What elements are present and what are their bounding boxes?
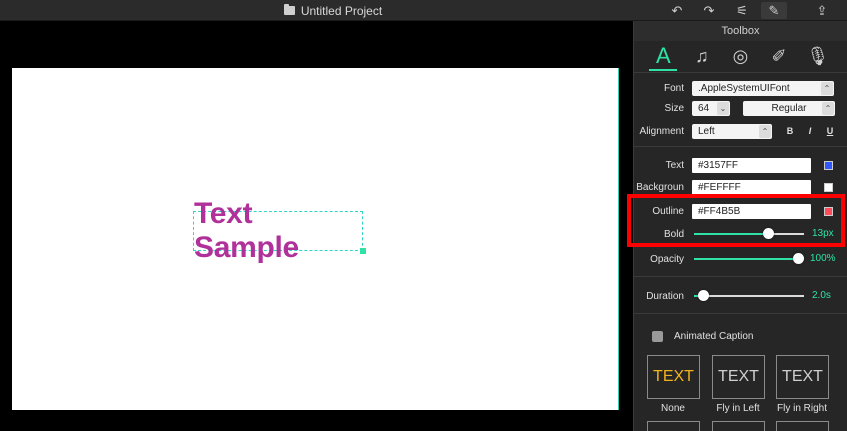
video-canvas[interactable]: Text Sample bbox=[12, 68, 619, 410]
divider bbox=[634, 313, 847, 314]
share-icon[interactable]: ⇪ bbox=[812, 2, 832, 19]
animation-fly-right-label: Fly in Right bbox=[776, 403, 827, 414]
chevron-updown-icon: ⌃ bbox=[821, 81, 833, 95]
animation-fly-left-label: Fly in Left bbox=[716, 403, 760, 414]
background-color-input[interactable]: #FEFFFF bbox=[692, 179, 811, 195]
project-title: Untitled Project bbox=[300, 3, 383, 18]
animation-none-tile[interactable]: TEXT bbox=[647, 355, 700, 399]
divider bbox=[634, 276, 847, 277]
animation-tile-partial[interactable] bbox=[712, 421, 765, 431]
mic-tool-icon[interactable]: 🎙 bbox=[804, 43, 832, 71]
text-color-label: Text bbox=[665, 159, 684, 171]
sticker-tool-icon[interactable]: ◎ bbox=[726, 43, 754, 71]
size-row: Size 64 ⌄ Regular ⌃ bbox=[634, 99, 847, 117]
duration-slider-knob[interactable] bbox=[698, 290, 709, 301]
toolbox-title: Toolbox bbox=[634, 21, 847, 41]
text-layer[interactable]: Text Sample bbox=[193, 197, 366, 264]
opacity-label: Opacity bbox=[650, 253, 684, 265]
weight-select[interactable]: Regular ⌃ bbox=[743, 100, 835, 116]
chevron-down-icon: ⌄ bbox=[717, 101, 729, 115]
animated-caption-label: Animated Caption bbox=[674, 330, 754, 342]
opacity-slider[interactable] bbox=[694, 253, 804, 264]
text-layer-content: Text Sample bbox=[194, 197, 299, 264]
tool-tabs: A ♫ ◎ ✐ 🎙 bbox=[634, 41, 847, 73]
animation-tile-partial[interactable] bbox=[647, 421, 700, 431]
animation-none-label: None bbox=[661, 403, 685, 414]
divider bbox=[634, 146, 847, 147]
text-color-swatch[interactable] bbox=[824, 160, 833, 170]
undo-icon[interactable]: ↶ bbox=[668, 2, 686, 19]
italic-format-button[interactable]: I bbox=[800, 126, 820, 136]
weight-select-value: Regular bbox=[771, 102, 807, 114]
size-select[interactable]: 64 ⌄ bbox=[692, 100, 730, 116]
animated-caption-row: Animated Caption bbox=[634, 327, 847, 345]
animation-fly-left-tile[interactable]: TEXT bbox=[712, 355, 765, 399]
edit-icon[interactable]: ✎ bbox=[761, 2, 787, 19]
window-title: Untitled Project bbox=[0, 0, 666, 21]
duration-slider[interactable] bbox=[694, 290, 804, 301]
opacity-value: 100% bbox=[810, 253, 836, 264]
opacity-slider-knob[interactable] bbox=[793, 253, 804, 264]
animated-caption-checkbox[interactable] bbox=[652, 330, 663, 342]
duration-value: 2.0s bbox=[812, 290, 831, 301]
font-label: Font bbox=[663, 82, 684, 94]
chevron-updown-icon: ⌃ bbox=[822, 101, 834, 115]
alignment-select[interactable]: Left ⌃ bbox=[692, 123, 772, 139]
duration-slider-track bbox=[703, 295, 804, 297]
font-select-value: .AppleSystemUIFont bbox=[698, 82, 790, 94]
background-color-swatch[interactable] bbox=[824, 182, 833, 192]
chevron-updown-icon: ⌃ bbox=[759, 124, 771, 138]
stage: Text Sample bbox=[0, 21, 633, 431]
music-tool-icon[interactable]: ♫ bbox=[688, 43, 716, 71]
text-color-input[interactable]: #3157FF bbox=[692, 157, 811, 173]
size-select-value: 64 bbox=[698, 102, 710, 114]
background-color-label: Backgroun bbox=[636, 181, 684, 193]
font-row: Font .AppleSystemUIFont ⌃ bbox=[634, 79, 847, 97]
alignment-row: Alignment Left ⌃ B I U bbox=[634, 122, 847, 140]
alignment-label: Alignment bbox=[639, 125, 684, 137]
bold-format-button[interactable]: B bbox=[780, 126, 800, 136]
animation-fly-right-tile[interactable]: TEXT bbox=[776, 355, 829, 399]
canvas-edge bbox=[618, 68, 619, 410]
text-tool-icon[interactable]: A bbox=[649, 43, 678, 71]
alignment-select-value: Left bbox=[698, 125, 715, 137]
resize-handle[interactable] bbox=[360, 248, 366, 254]
title-bar: Untitled Project ↶ ↷ ⚟ ✎ ⇪ bbox=[0, 0, 847, 21]
font-select[interactable]: .AppleSystemUIFont ⌃ bbox=[692, 80, 834, 96]
brush-tool-icon[interactable]: ✐ bbox=[765, 43, 793, 71]
highlight-box bbox=[627, 194, 845, 247]
redo-icon[interactable]: ↷ bbox=[700, 2, 718, 19]
folder-icon bbox=[283, 4, 295, 15]
size-label: Size bbox=[664, 102, 684, 114]
text-color-row: Text #3157FF bbox=[634, 156, 847, 174]
adjust-icon[interactable]: ⚟ bbox=[730, 2, 754, 19]
underline-format-button[interactable]: U bbox=[820, 126, 840, 136]
animation-tile-partial[interactable] bbox=[776, 421, 829, 431]
duration-label: Duration bbox=[646, 290, 684, 302]
